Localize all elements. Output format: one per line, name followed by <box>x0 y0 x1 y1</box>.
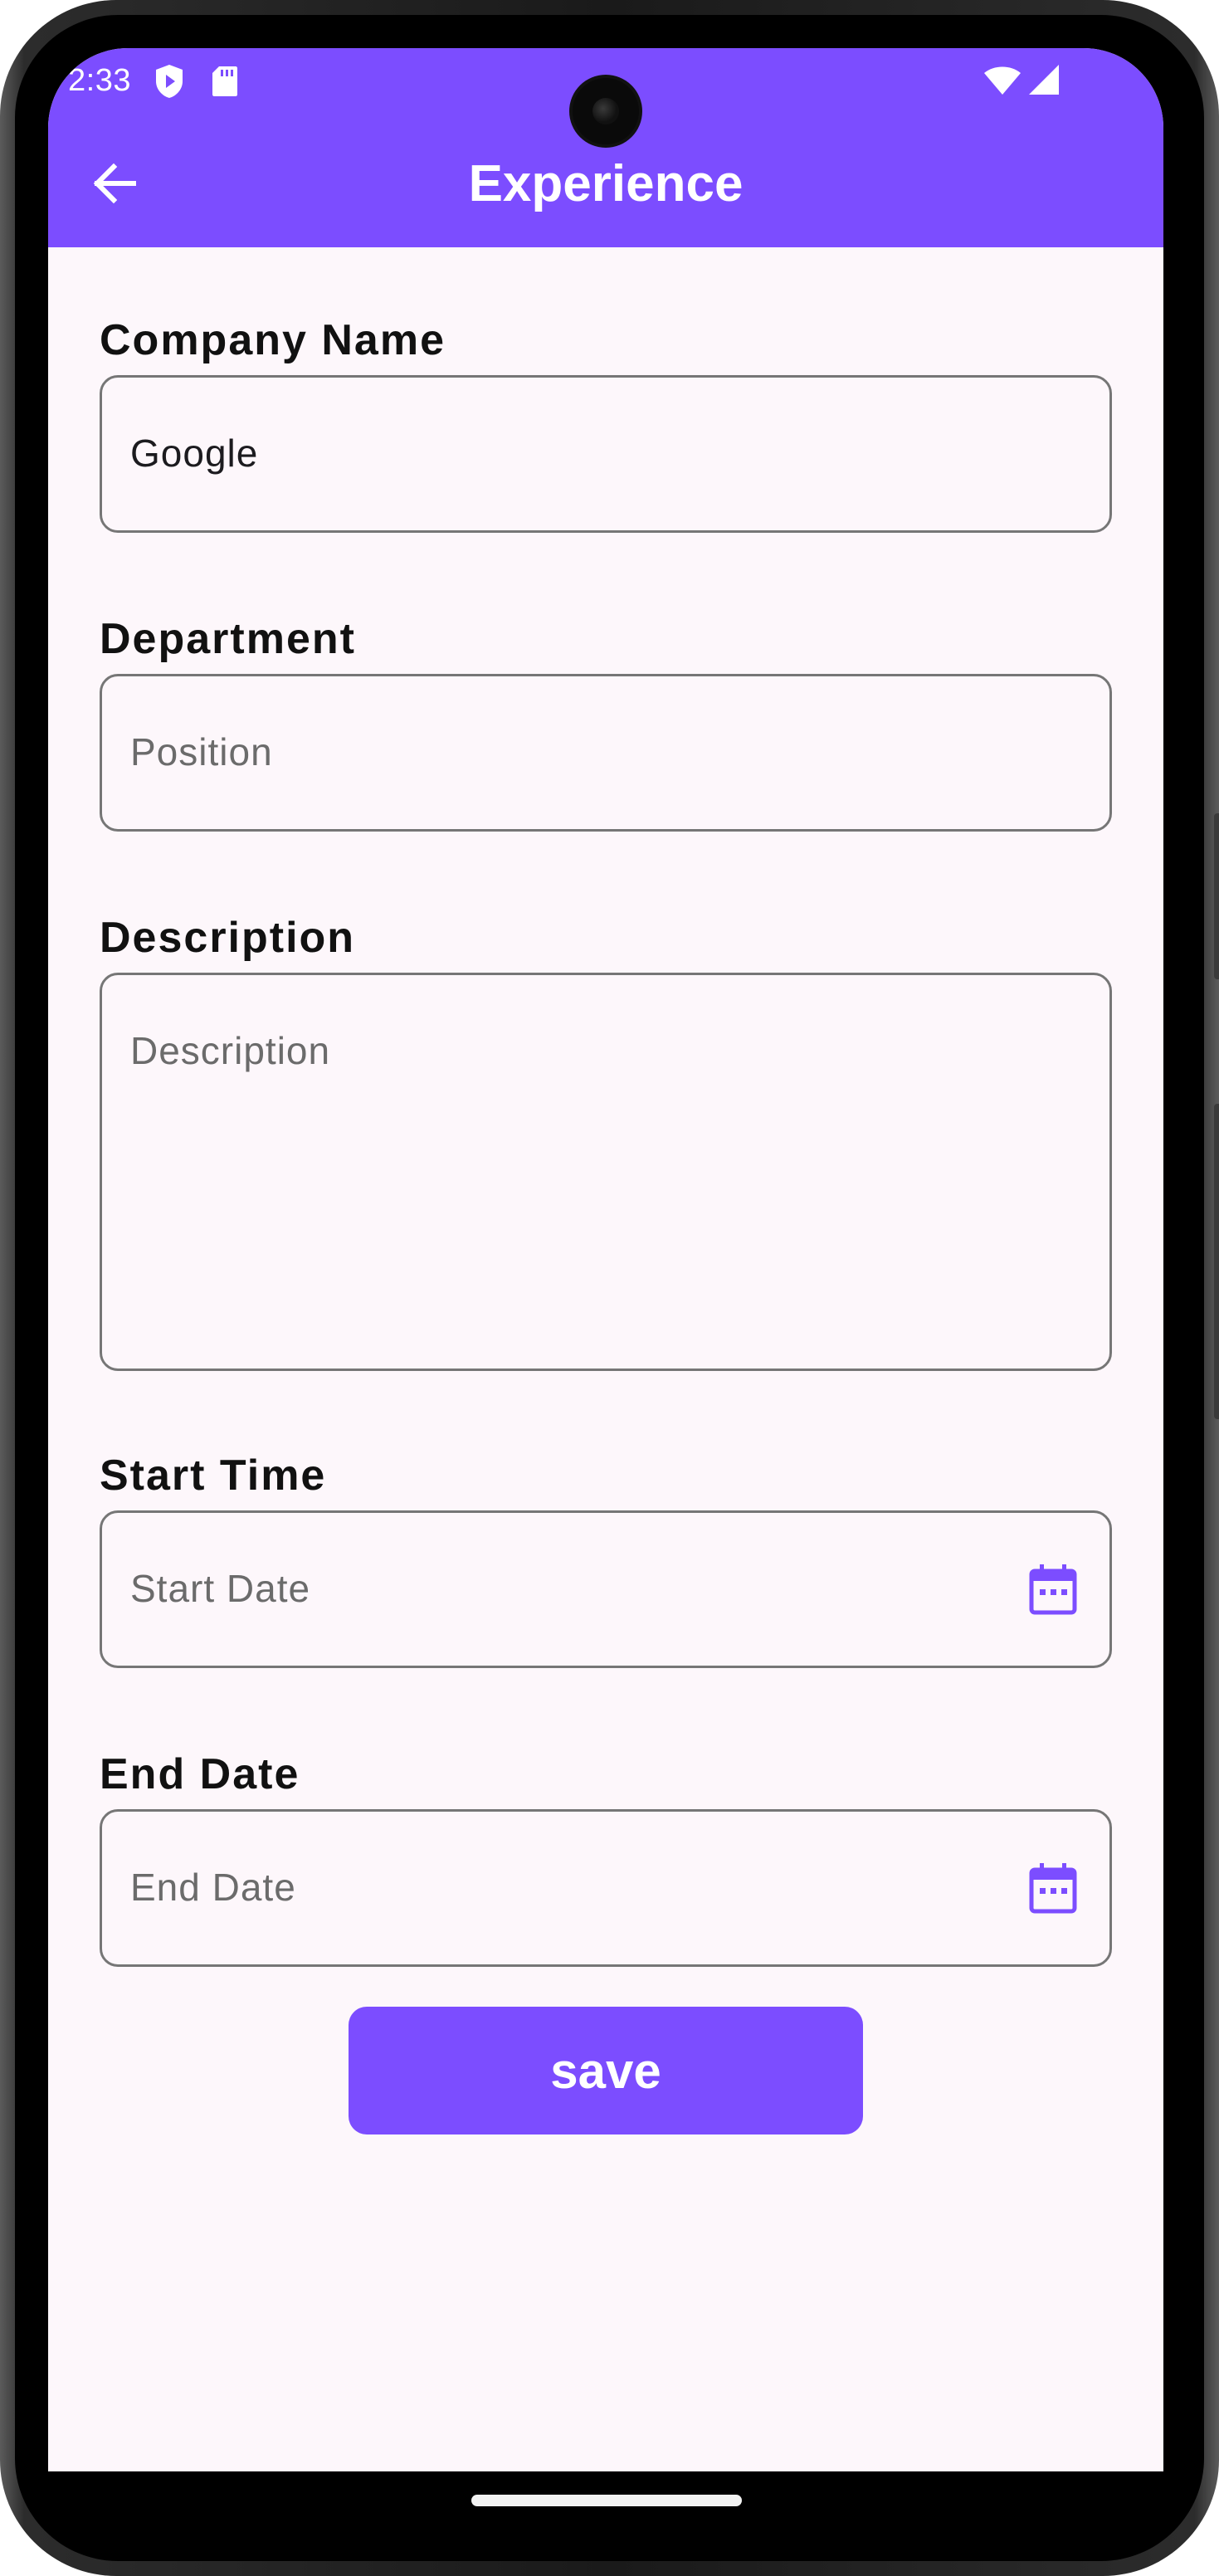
screen: 2:33 Experience Company Name Google Depa… <box>48 48 1163 2471</box>
calendar-icon[interactable] <box>1028 1861 1078 1915</box>
department-field[interactable]: Position <box>100 674 1112 832</box>
status-time: 2:33 <box>68 63 131 98</box>
end-date-field[interactable]: End Date <box>100 1809 1112 1967</box>
start-date-placeholder: Start Date <box>130 1567 311 1610</box>
description-label: Description <box>100 914 356 962</box>
department-placeholder: Position <box>130 730 273 773</box>
description-field[interactable]: Description <box>100 973 1112 1371</box>
cell-signal-icon <box>1027 63 1061 100</box>
company-name-label: Company Name <box>100 316 446 364</box>
shield-play-icon <box>153 63 186 104</box>
end-date-label: End Date <box>100 1750 300 1798</box>
description-placeholder: Description <box>130 1029 331 1072</box>
volume-button <box>1214 813 1219 979</box>
gesture-navigation-bar[interactable] <box>471 2495 742 2506</box>
department-label: Department <box>100 615 356 663</box>
page-title: Experience <box>468 155 744 212</box>
phone-frame: 2:33 Experience Company Name Google Depa… <box>0 0 1219 2576</box>
front-camera <box>573 78 639 144</box>
end-date-placeholder: End Date <box>130 1866 296 1909</box>
wifi-icon <box>983 65 1022 100</box>
power-button <box>1214 1104 1219 1419</box>
company-name-value: Google <box>130 432 259 475</box>
start-time-label: Start Time <box>100 1451 327 1500</box>
camera-lens <box>592 98 619 124</box>
company-name-field[interactable]: Google <box>100 375 1112 533</box>
save-button[interactable]: save <box>349 2007 863 2134</box>
start-date-field[interactable]: Start Date <box>100 1510 1112 1668</box>
calendar-icon[interactable] <box>1028 1563 1078 1616</box>
sd-card-icon <box>211 65 239 102</box>
app-bar: 2:33 Experience <box>48 48 1163 247</box>
